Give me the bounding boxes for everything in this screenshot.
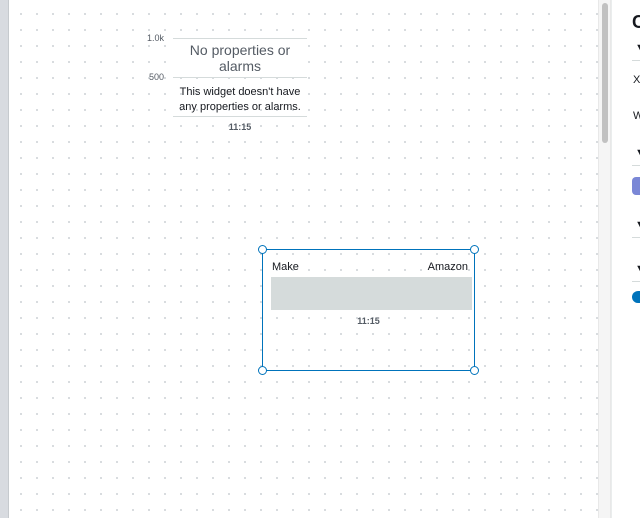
resize-handle-bottom-right[interactable] bbox=[470, 366, 479, 375]
section-divider bbox=[632, 281, 640, 282]
gridline bbox=[173, 77, 307, 78]
dashboard-canvas[interactable]: 1.0k 500 No properties or alarms This wi… bbox=[9, 0, 598, 518]
empty-state-widget[interactable]: 1.0k 500 No properties or alarms This wi… bbox=[139, 28, 309, 140]
triangle-down-icon[interactable]: ▼ bbox=[635, 147, 640, 159]
section-divider bbox=[632, 60, 640, 61]
gridline bbox=[173, 116, 307, 117]
y-tick-1k: 1.0k bbox=[147, 33, 165, 43]
triangle-down-icon[interactable]: ▼ bbox=[635, 42, 640, 54]
panel-label-w: W bbox=[633, 110, 640, 122]
left-edge-strip bbox=[0, 0, 9, 518]
scrollbar-thumb[interactable] bbox=[602, 3, 608, 143]
y-tick-500: 500 bbox=[149, 72, 165, 82]
triangle-down-icon[interactable]: ▼ bbox=[635, 219, 640, 231]
color-swatch[interactable] bbox=[632, 177, 640, 195]
config-panel: C ▼ X W ▼ ▼ ▼ bbox=[611, 0, 640, 518]
empty-state-title: No properties or alarms bbox=[173, 42, 307, 74]
status-bar bbox=[271, 277, 472, 310]
time-axis-label: 11:15 bbox=[357, 316, 380, 326]
empty-state-description: This widget doesn't have any properties … bbox=[179, 86, 301, 113]
resize-handle-bottom-left[interactable] bbox=[258, 366, 267, 375]
toggle-switch[interactable] bbox=[632, 291, 640, 303]
resize-handle-top-right[interactable] bbox=[470, 245, 479, 254]
property-value: Amazon bbox=[427, 261, 468, 273]
selected-widget[interactable]: Make Amazon 11:15 bbox=[258, 245, 479, 375]
triangle-down-icon[interactable]: ▼ bbox=[635, 263, 640, 275]
section-divider bbox=[632, 165, 640, 166]
property-label: Make bbox=[272, 261, 299, 273]
panel-heading: C bbox=[632, 12, 640, 33]
panel-label-x: X bbox=[633, 74, 640, 86]
time-axis-label: 11:15 bbox=[228, 122, 252, 132]
canvas-scrollbar[interactable] bbox=[598, 0, 611, 518]
resize-handle-top-left[interactable] bbox=[258, 245, 267, 254]
gridline bbox=[173, 38, 307, 39]
section-divider bbox=[632, 237, 640, 238]
